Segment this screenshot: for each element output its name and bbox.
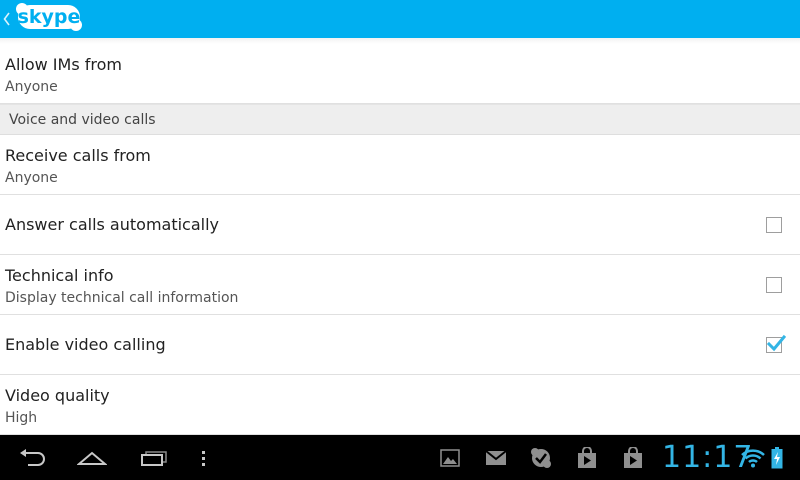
pref-summary: Display technical call information (5, 290, 239, 306)
chevron-left-icon (2, 0, 12, 38)
preferences-list: Allow IMs from Anyone Voice and video ca… (0, 44, 800, 435)
gmail-icon[interactable] (484, 435, 508, 480)
checkmark-icon (766, 334, 786, 352)
recent-apps-icon (141, 450, 167, 466)
battery-charging-icon (770, 435, 784, 480)
back-icon (20, 448, 45, 466)
action-bar: skype (0, 0, 800, 38)
technical-info-checkbox[interactable] (766, 277, 782, 293)
answer-automatically-checkbox[interactable] (766, 217, 782, 233)
pref-title: Video quality (5, 386, 110, 405)
store-download-icon[interactable] (575, 435, 599, 480)
skype-logo: skype (14, 2, 84, 36)
category-title: Voice and video calls (9, 112, 156, 128)
pref-title: Enable video calling (5, 335, 166, 354)
store-download-icon[interactable] (621, 435, 645, 480)
pref-title: Receive calls from (5, 146, 151, 165)
category-header: Voice and video calls (0, 104, 800, 135)
enable-video-checkbox[interactable] (766, 334, 786, 353)
pref-video-quality[interactable]: Video quality High (0, 375, 800, 435)
pref-summary: High (5, 410, 38, 426)
system-bar: 11:17 (0, 435, 800, 480)
home-icon (77, 451, 107, 465)
pref-receive-calls[interactable]: Receive calls from Anyone (0, 135, 800, 195)
wifi-icon (739, 435, 767, 480)
pref-title: Technical info (5, 266, 114, 285)
home-button[interactable] (74, 435, 110, 480)
svg-text:skype: skype (18, 6, 81, 28)
menu-button[interactable] (190, 435, 216, 480)
pref-summary: Anyone (5, 79, 58, 95)
pref-summary: Anyone (5, 170, 58, 186)
pref-technical-info[interactable]: Technical info Display technical call in… (0, 255, 800, 315)
pref-title: Allow IMs from (5, 55, 122, 74)
pref-allow-ims[interactable]: Allow IMs from Anyone (0, 44, 800, 104)
pref-title: Answer calls automatically (5, 215, 220, 234)
gallery-icon[interactable] (438, 435, 462, 480)
menu-icon (202, 450, 205, 466)
recent-apps-button[interactable] (136, 435, 172, 480)
pref-enable-video[interactable]: Enable video calling (0, 315, 800, 375)
up-navigation-button[interactable]: skype (0, 0, 84, 38)
pref-answer-automatically[interactable]: Answer calls automatically (0, 195, 800, 255)
back-button[interactable] (14, 435, 50, 480)
skype-notification-icon[interactable] (529, 435, 553, 480)
